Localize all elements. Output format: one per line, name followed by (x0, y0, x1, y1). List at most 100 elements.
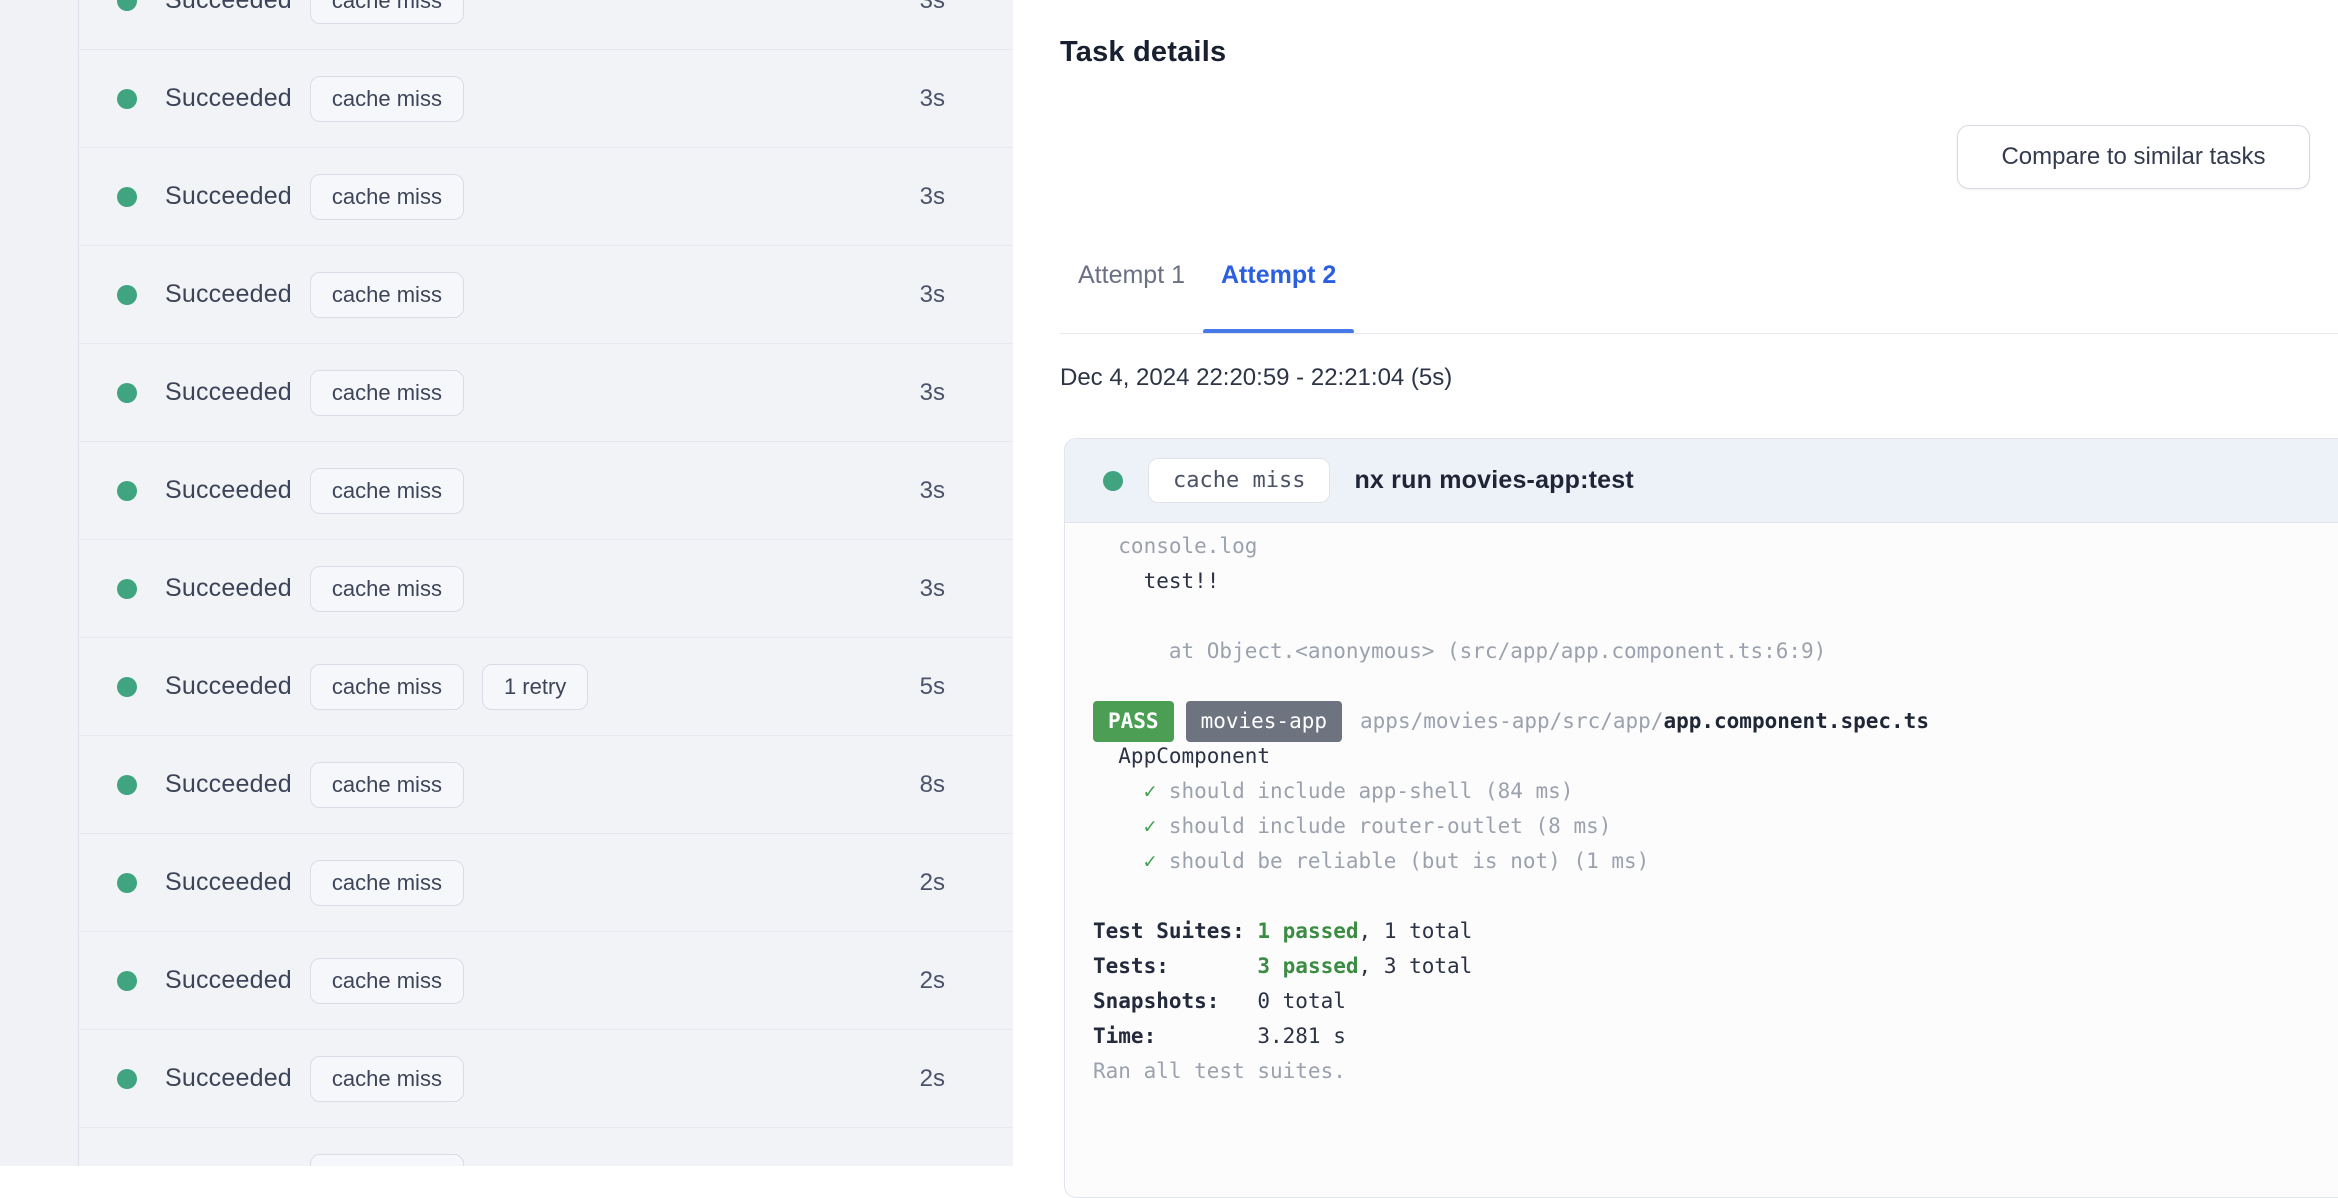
retry-badge: 1 retry (481, 663, 589, 710)
spec-file-name: app.component.spec.ts (1663, 709, 1929, 733)
task-status-label: Succeeded (165, 574, 292, 602)
task-status-label: Succeeded (165, 476, 292, 504)
task-status-label: Succeeded (165, 378, 292, 406)
task-output-card: cache miss nx run movies-app:test consol… (1064, 438, 2338, 1198)
task-duration: 8s (919, 770, 945, 798)
terminal-line: Tests: 3 passed, 3 total (1093, 954, 1473, 978)
terminal-line: console.log (1093, 534, 1258, 558)
task-row[interactable]: Succeeded cache miss 2s (79, 834, 1013, 932)
task-row[interactable]: Succeeded cache miss 2s (79, 932, 1013, 1030)
status-dot-icon (117, 0, 137, 11)
cache-status-badge: cache miss (309, 957, 464, 1004)
task-status-label: Succeeded (165, 868, 292, 896)
cache-status-badge: cache miss (309, 0, 464, 24)
terminal-line: ✓ should include router-outlet (8 ms) (1093, 814, 1612, 838)
terminal-line: PASS movies-app apps/movies-app/src/app/ap… (1093, 701, 2338, 742)
task-status-label: Succeeded (165, 770, 292, 798)
terminal-line: Test Suites: 1 passed, 1 total (1093, 919, 1473, 943)
status-dot-icon (117, 480, 137, 501)
status-dot-icon (117, 970, 137, 991)
attempt-tabs: Attempt 1 Attempt 2 (1060, 258, 1355, 334)
task-duration: 5s (919, 672, 945, 700)
terminal-line: Snapshots: 0 total (1093, 989, 1346, 1013)
spec-file-path: apps/movies-app/src/app/app.component.sp… (1360, 709, 1929, 733)
task-duration: 3s (919, 84, 945, 112)
task-details-panel: Task details Compare to similar tasks At… (1013, 0, 2338, 1198)
terminal-line: test!! (1093, 569, 1220, 593)
task-rows: Succeeded cache miss 3s Succeeded cache m… (79, 0, 1013, 1166)
task-duration: 3s (919, 476, 945, 504)
cache-status-badge: cache miss (309, 565, 464, 612)
status-dot-icon (117, 774, 137, 795)
task-list-rows-container: Succeeded cache miss 3s Succeeded cache m… (78, 0, 1013, 1166)
task-row[interactable]: Succeeded cache miss 3s (79, 148, 1013, 246)
status-dot-icon (117, 872, 137, 893)
task-list-panel: Succeeded cache miss 3s Succeeded cache m… (0, 0, 1013, 1166)
terminal-line: Ran all test suites. (1093, 1059, 1346, 1083)
terminal-output: console.log test!! at Object.<anonymous>… (1065, 523, 2338, 1089)
terminal-line: ✓ should include app-shell (84 ms) (1093, 779, 1574, 803)
task-status-label: Succeeded (165, 1162, 292, 1166)
terminal-line: Time: 3.281 s (1093, 1024, 1346, 1048)
cache-status-badge: cache miss (309, 75, 464, 122)
terminal-line: at Object.<anonymous> (src/app/app.compo… (1093, 639, 1827, 663)
project-badge: movies-app (1185, 701, 1343, 742)
task-duration: 3s (919, 280, 945, 308)
task-row[interactable]: Succeeded cache miss 1 retry 5s (79, 638, 1013, 736)
status-dot-icon (117, 88, 137, 109)
terminal-header[interactable]: cache miss nx run movies-app:test (1065, 439, 2338, 523)
task-row[interactable]: Succeeded cache miss 3s (79, 442, 1013, 540)
tabs-divider (1060, 333, 2338, 334)
task-row[interactable]: Succeeded cache miss 3s (79, 50, 1013, 148)
task-row[interactable]: Succeeded cache miss 3s (79, 540, 1013, 638)
task-row[interactable]: Succeeded cache miss 2s (79, 1030, 1013, 1128)
status-dot-icon (117, 1068, 137, 1089)
task-status-label: Succeeded (165, 0, 292, 14)
status-dot-icon (117, 578, 137, 599)
terminal-line: ✓ should be reliable (but is not) (1 ms) (1093, 849, 1650, 873)
status-dot-icon (117, 186, 137, 207)
task-status-label: Succeeded (165, 966, 292, 994)
page-title: Task details (1060, 36, 1227, 68)
status-dot-icon (1103, 470, 1123, 491)
task-duration: 3s (919, 574, 945, 602)
task-duration: 3s (919, 378, 945, 406)
task-status-label: Succeeded (165, 672, 292, 700)
task-row[interactable]: Succeeded cache miss 8s (79, 736, 1013, 834)
task-duration: 2s (919, 1064, 945, 1092)
cache-status-badge: cache miss (309, 859, 464, 906)
cache-status-badge: cache miss (309, 761, 464, 808)
status-dot-icon (117, 284, 137, 305)
cache-status-badge: cache miss (309, 271, 464, 318)
task-duration: 3s (919, 0, 945, 14)
task-duration: 3s (919, 182, 945, 210)
cache-status-badge: cache miss (309, 1153, 464, 1166)
cache-status-badge: cache miss (309, 369, 464, 416)
task-row[interactable]: Succeeded cache miss 3s (79, 246, 1013, 344)
cache-status-badge: cache miss (309, 467, 464, 514)
task-row[interactable]: Succeeded cache miss 3s (79, 0, 1013, 50)
app-root: Succeeded cache miss 3s Succeeded cache m… (0, 0, 2338, 1198)
task-duration: 2s (919, 966, 945, 994)
tab-attempt-1[interactable]: Attempt 1 (1060, 258, 1203, 292)
task-status-label: Succeeded (165, 84, 292, 112)
cache-status-badge: cache miss (1148, 458, 1331, 503)
compare-to-similar-tasks-button[interactable]: Compare to similar tasks (1957, 125, 2310, 189)
attempt-date-range: Dec 4, 2024 22:20:59 - 22:21:04 (5s) (1060, 364, 1453, 391)
task-status-label: Succeeded (165, 182, 292, 210)
task-duration: 2s (919, 868, 945, 896)
cache-status-badge: cache miss (309, 173, 464, 220)
pass-badge: PASS (1093, 701, 1174, 742)
tab-attempt-2[interactable]: Attempt 2 (1203, 258, 1355, 334)
cache-status-badge: cache miss (309, 1055, 464, 1102)
status-dot-icon (117, 382, 137, 403)
task-status-label: Succeeded (165, 280, 292, 308)
task-row[interactable]: Succeeded cache miss 3s (79, 344, 1013, 442)
task-row[interactable]: Succeeded cache miss (79, 1128, 1013, 1166)
task-command: nx run movies-app:test (1354, 466, 1634, 494)
cache-status-badge: cache miss (309, 663, 464, 710)
task-status-label: Succeeded (165, 1064, 292, 1092)
